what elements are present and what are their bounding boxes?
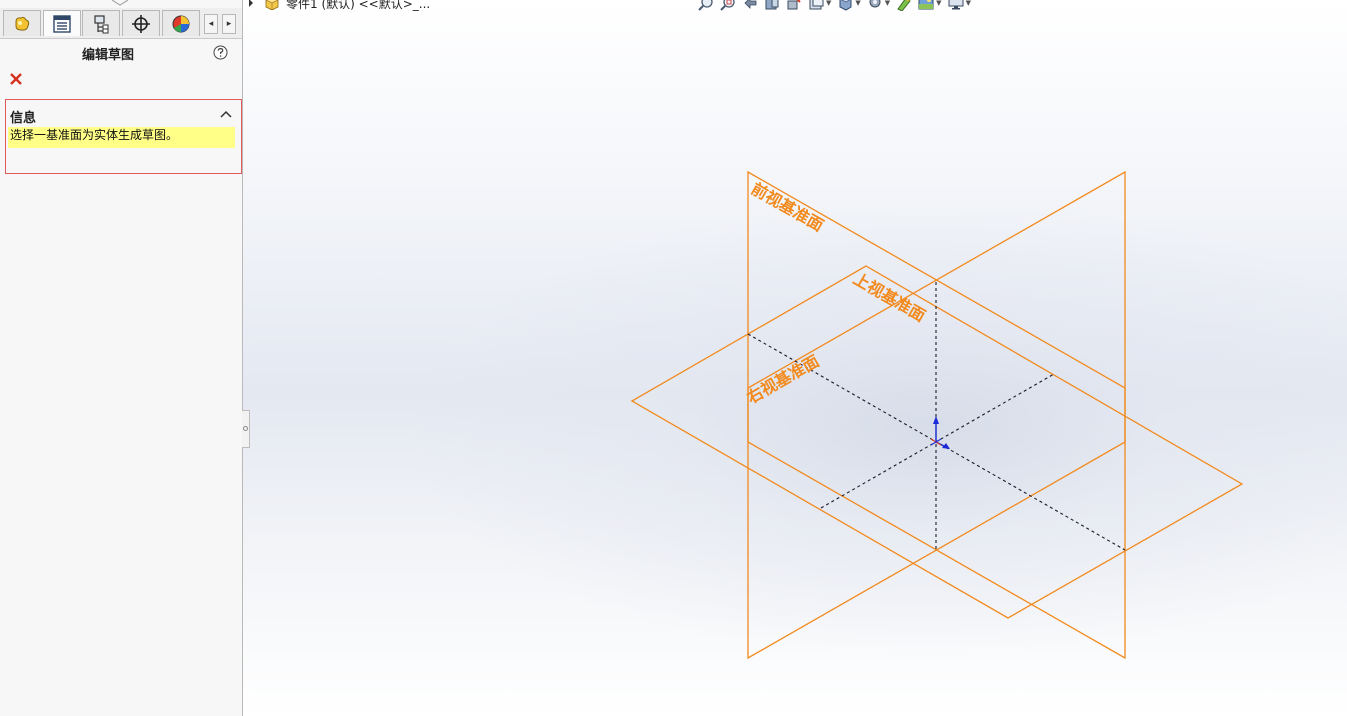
panel-grip-icon[interactable]: [108, 0, 132, 6]
dimxpert-manager-icon: [132, 14, 150, 33]
edit-appearance-icon[interactable]: [896, 0, 912, 11]
dynamic-annotation-icon[interactable]: [786, 0, 802, 11]
apply-scene-icon[interactable]: [918, 0, 934, 11]
dropdown-arrow-icon[interactable]: ▼: [936, 0, 941, 7]
help-icon[interactable]: [213, 45, 228, 60]
splitter-grip-icon: [243, 426, 248, 431]
view-orientation-icon[interactable]: [808, 0, 824, 11]
feature-manager-icon: [15, 16, 30, 31]
zoom-to-fit-icon[interactable]: [698, 0, 714, 11]
property-manager-panel: ◂ ▸ 编辑草图 信息 选择一基准面为实体生成草图。: [0, 0, 243, 716]
dropdown-arrow-icon[interactable]: ▼: [855, 0, 860, 7]
dropdown-arrow-icon[interactable]: ▼: [966, 0, 971, 7]
tab-dimxpert-manager[interactable]: [122, 10, 160, 36]
flyout-tree-root[interactable]: 零件1 (默认) <<默认>_...: [249, 0, 430, 11]
previous-view-icon[interactable]: [742, 0, 758, 11]
view-settings-icon[interactable]: [948, 0, 964, 11]
info-section-title: 信息: [10, 111, 37, 126]
hide-show-items-icon[interactable]: [867, 0, 883, 11]
display-manager-icon: [172, 15, 190, 32]
tab-property-manager[interactable]: [43, 10, 81, 36]
tab-scroll-left-button[interactable]: ◂: [204, 14, 218, 34]
section-view-icon[interactable]: [764, 0, 780, 11]
manager-tab-bar: ◂ ▸: [0, 8, 242, 39]
dropdown-arrow-icon[interactable]: ▼: [826, 0, 831, 7]
right-plane-label[interactable]: 右视基准面: [744, 351, 823, 407]
tab-configuration-manager[interactable]: [82, 10, 120, 36]
tab-scroll-right-button[interactable]: ▸: [222, 14, 236, 34]
info-message: 选择一基准面为实体生成草图。: [8, 127, 235, 148]
property-manager-icon: [53, 14, 71, 33]
close-icon[interactable]: [9, 72, 23, 86]
info-section: 信息 选择一基准面为实体生成草图。: [5, 99, 242, 174]
chevron-up-icon[interactable]: [220, 110, 232, 118]
configuration-manager-icon: [94, 14, 109, 33]
panel-splitter-handle[interactable]: [242, 410, 250, 448]
tab-display-manager[interactable]: [162, 10, 200, 36]
tab-feature-manager[interactable]: [3, 10, 41, 36]
front-plane-label[interactable]: 前视基准面: [748, 179, 827, 235]
part-icon: [265, 0, 279, 10]
display-style-icon[interactable]: [837, 0, 853, 11]
zoom-to-area-icon[interactable]: [720, 0, 736, 11]
property-manager-title: 编辑草图: [81, 48, 134, 63]
top-plane-label[interactable]: 上视基准面: [850, 269, 929, 325]
expand-arrow-icon[interactable]: [249, 0, 253, 7]
heads-up-view-toolbar: ▼ ▼ ▼ ▼ ▼: [698, 0, 971, 12]
tree-root-label: 零件1 (默认) <<默认>_...: [286, 0, 431, 11]
origin-triad: [930, 416, 950, 449]
dropdown-arrow-icon[interactable]: ▼: [885, 0, 890, 7]
